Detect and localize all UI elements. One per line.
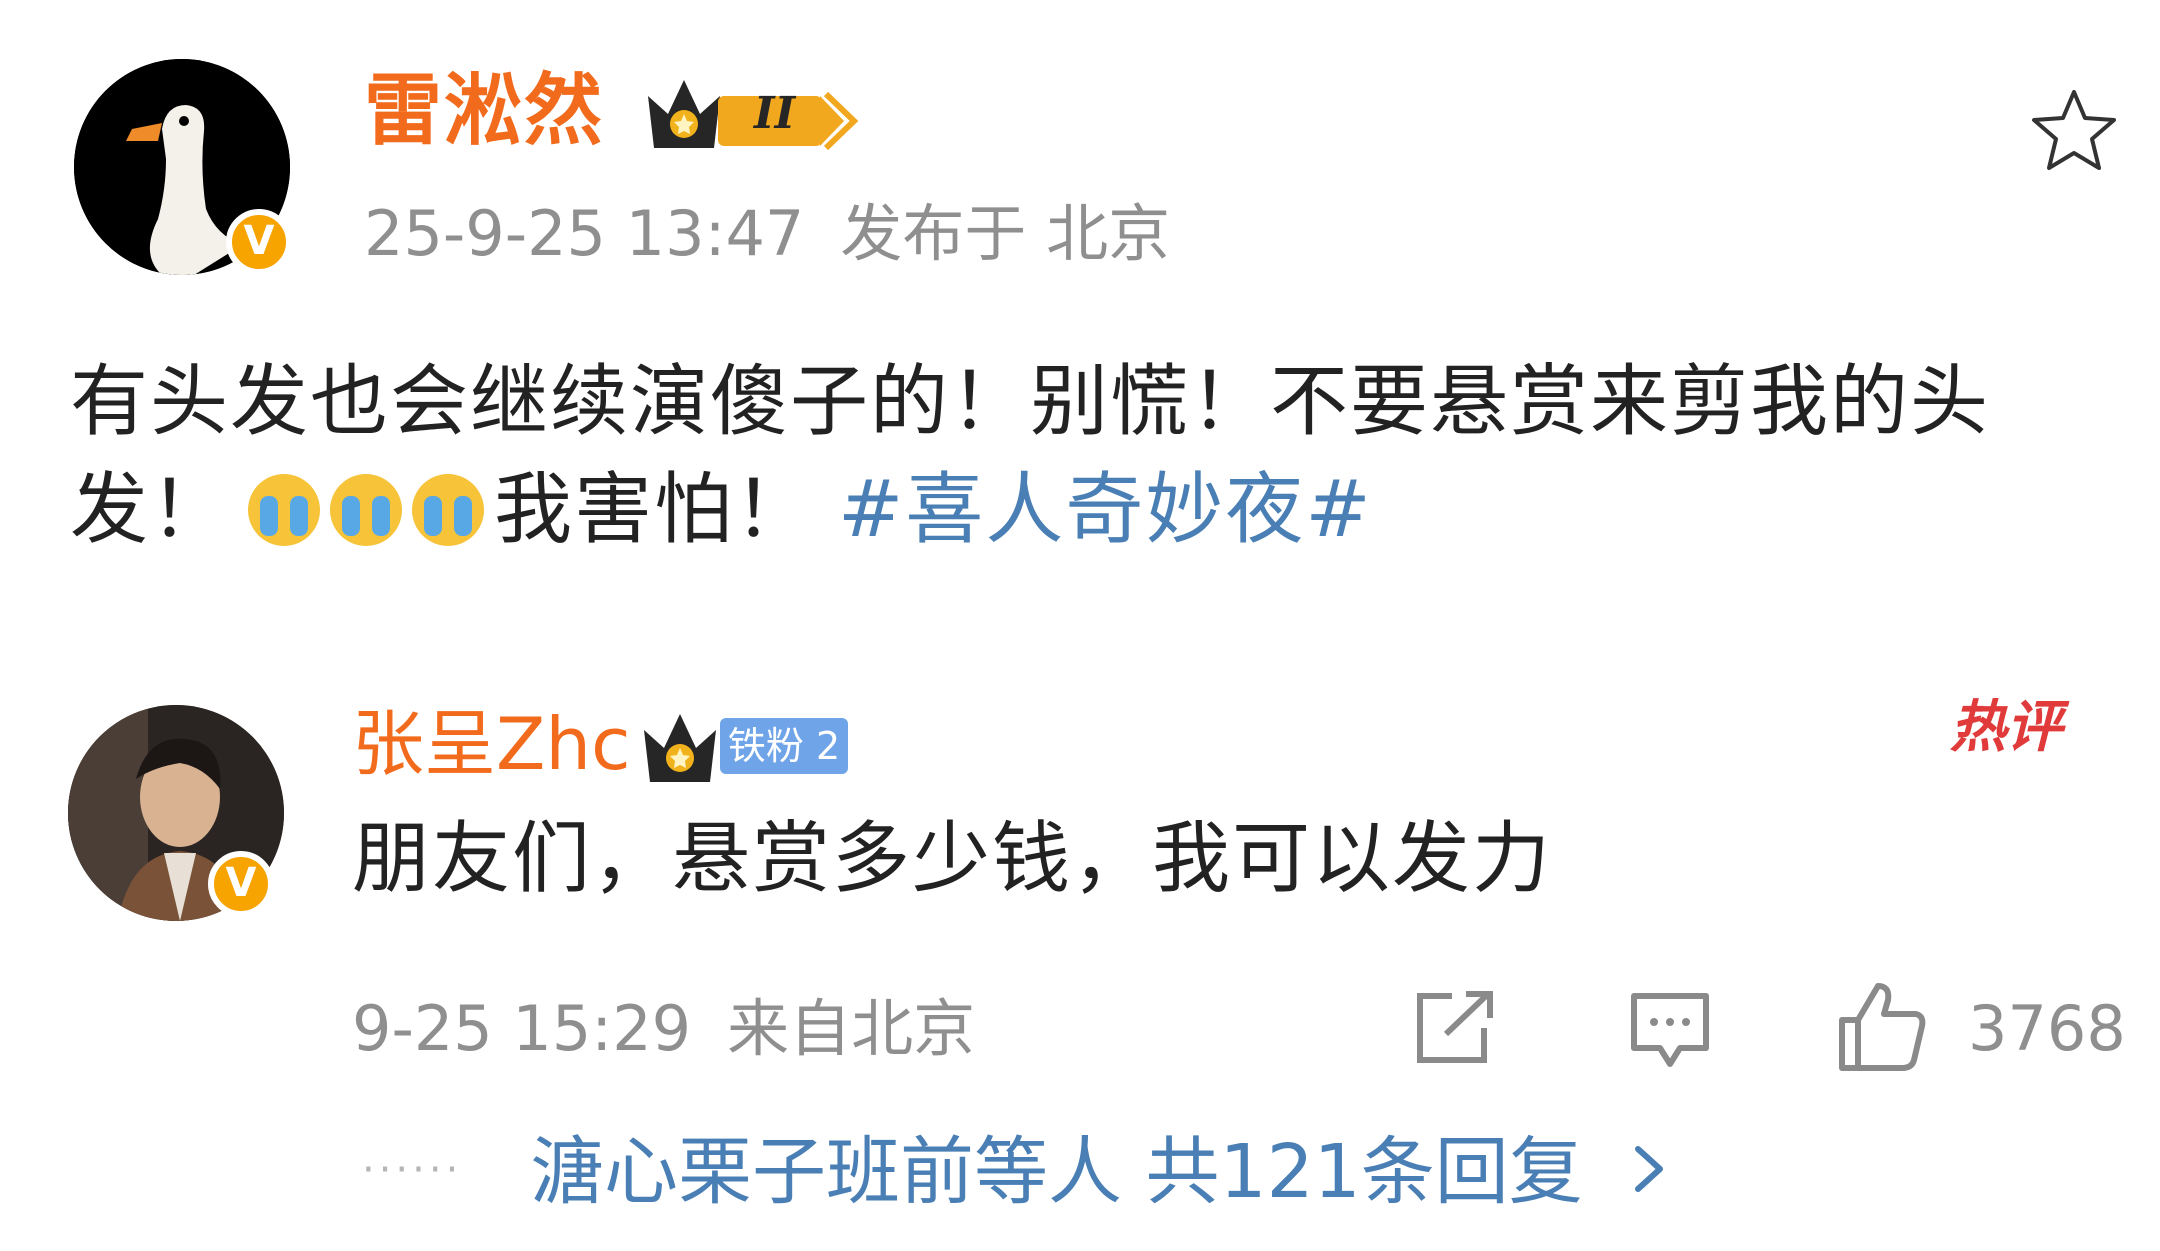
crying-emoji-icon	[248, 474, 321, 546]
comment-meta: 9-25 15:29 来自北京	[352, 998, 975, 1060]
crying-emoji-icon	[412, 474, 485, 546]
hashtag-link[interactable]: #喜人奇妙夜#	[838, 465, 1373, 555]
fan-badge-label: 铁粉 2	[720, 718, 848, 774]
vip-level-text: II	[754, 88, 796, 139]
view-replies-link[interactable]: 溏心栗子班前等人 共121条回复	[530, 1135, 1670, 1209]
replies-dots: ······	[362, 1147, 463, 1193]
favorite-star-icon[interactable]	[2028, 86, 2120, 180]
fan-level-badge[interactable]: 铁粉 2	[640, 712, 848, 796]
hot-comment-badge: 热评	[1950, 695, 2062, 760]
post-meta: 25-9-25 13:47 发布于 北京	[364, 203, 1170, 265]
chevron-right-icon	[1630, 1135, 1670, 1209]
post-location: 发布于 北京	[840, 197, 1171, 270]
post-body: 有头发也会继续演傻子的！别慌！不要悬赏来剪我的头发！ 我害怕！ #喜人奇妙夜#	[70, 348, 2130, 564]
comment-location: 来自北京	[727, 992, 976, 1065]
vip-level-badge[interactable]: II	[644, 74, 864, 162]
comment-text: 朋友们，悬赏多少钱，我可以发力	[352, 814, 1553, 904]
verified-badge: V	[208, 851, 274, 917]
like-count: 3768	[1968, 992, 2126, 1065]
crying-emoji-icon	[330, 474, 403, 546]
like-icon[interactable]	[1836, 980, 1928, 1078]
comment-author-name[interactable]: 张呈Zhc	[352, 708, 631, 780]
post-timestamp: 25-9-25 13:47	[364, 197, 805, 270]
comment-icon[interactable]	[1628, 990, 1712, 1078]
comment-timestamp: 9-25 15:29	[352, 992, 692, 1065]
post-text-continued: 我害怕！	[494, 465, 815, 555]
replies-label: 溏心栗子班前等人 共121条回复	[530, 1129, 1583, 1215]
verified-badge: V	[226, 209, 292, 275]
post-author-name[interactable]: 雷淞然	[364, 72, 604, 150]
share-icon[interactable]	[1412, 990, 1496, 1070]
